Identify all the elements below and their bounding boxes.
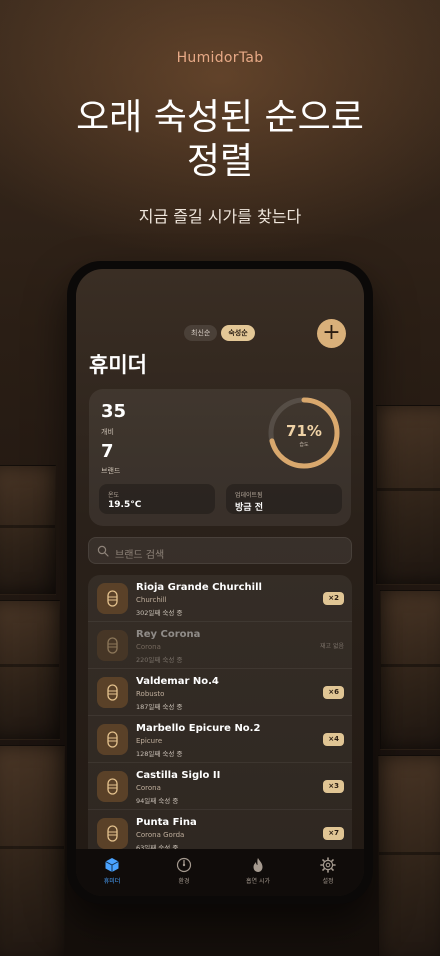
- brand-name: HumidorTab: [176, 50, 264, 66]
- updated-value: 방금 전: [235, 503, 263, 513]
- cigar-name: Marbello Epicure No.2: [136, 723, 261, 734]
- cigar-list: Rioja Grande Churchill Churchill 302일째 숙…: [88, 575, 352, 865]
- cigar-icon: [107, 731, 118, 748]
- cigar-row[interactable]: Rioja Grande Churchill Churchill 302일째 숙…: [88, 575, 352, 622]
- cigar-row[interactable]: Marbello Epicure No.2 Epicure 128일째 숙성 중…: [88, 716, 352, 763]
- cigar-name: Castilla Siglo II: [136, 770, 221, 781]
- subtitle: 지금 즐길 시가를 찾는다: [138, 207, 302, 226]
- tab-environment-label: 환경: [178, 878, 190, 885]
- cigar-name: Rey Corona: [136, 629, 201, 640]
- gauge-icon: [176, 857, 192, 873]
- crate-right-bottom: [378, 755, 440, 956]
- cigar-name: Punta Fina: [136, 817, 197, 828]
- cigar-aging: 302일째 숙성 중: [136, 609, 183, 617]
- out-of-stock-label: 재고 없음: [320, 643, 344, 650]
- crate-left-bottom: [0, 745, 65, 956]
- cigar-name: Valdemar No.4: [136, 676, 219, 687]
- phone-frame: 최신순 숙성순 + 휴미더 35 개비 7 브랜드 71% 습도 온도 19.5…: [67, 261, 373, 904]
- flame-icon: [253, 858, 263, 872]
- cigar-thumbnail: [97, 724, 128, 755]
- tab-humidor-label: 휴미더: [103, 878, 121, 885]
- cigar-aging: 220일째 숙성 중: [136, 656, 183, 664]
- stats-card: 35 개비 7 브랜드 71% 습도 온도 19.5°C 업데이트됨 방금 전: [89, 389, 351, 526]
- sort-aged-button[interactable]: 숙성순: [221, 325, 255, 341]
- search-placeholder: 브랜드 검색: [115, 550, 165, 561]
- quantity-badge: ×2: [323, 592, 344, 605]
- cigar-count: 35: [101, 401, 127, 422]
- headline: 오래 숙성된 순으로 정렬: [0, 96, 440, 184]
- brand-count-label: 브랜드: [101, 467, 121, 475]
- updated-box: 업데이트됨 방금 전: [226, 484, 342, 514]
- cigar-name: Rioja Grande Churchill: [136, 582, 262, 593]
- tab-smoked-label: 흡연 시가: [246, 878, 270, 885]
- cigar-thumbnail: [97, 771, 128, 802]
- tab-settings-label: 설정: [322, 878, 334, 885]
- cigar-icon: [107, 825, 118, 842]
- cigar-vitola: Robusto: [136, 690, 165, 698]
- cigar-aging: 94일째 숙성 중: [136, 797, 179, 805]
- temperature-label: 온도: [108, 492, 120, 499]
- headline-line-2: 정렬: [186, 141, 254, 182]
- humidity-value: 71%: [286, 422, 322, 440]
- add-cigar-button[interactable]: +: [317, 319, 346, 348]
- cigar-vitola: Churchill: [136, 596, 167, 604]
- cigar-row[interactable]: Rey Corona Corona 220일째 숙성 중 재고 없음: [88, 622, 352, 669]
- tab-settings[interactable]: 설정: [298, 857, 358, 885]
- cigar-vitola: Epicure: [136, 737, 163, 745]
- temperature-value: 19.5°C: [108, 500, 142, 510]
- tab-environment[interactable]: 환경: [154, 857, 214, 885]
- tab-smoked[interactable]: 흡연 시가: [228, 857, 288, 885]
- crate-left-mid: [0, 600, 60, 740]
- tab-bar: 휴미더 환경 흡연 시가 설정: [76, 849, 364, 896]
- cigar-thumbnail: [97, 818, 128, 849]
- quantity-badge: ×4: [323, 733, 344, 746]
- search-field[interactable]: 브랜드 검색: [88, 537, 352, 564]
- quantity-badge: ×6: [323, 686, 344, 699]
- crate-right-mid: [380, 590, 440, 750]
- search-icon: [97, 545, 109, 557]
- quantity-badge: ×3: [323, 780, 344, 793]
- cigar-icon: [107, 637, 118, 654]
- cigar-icon: [107, 590, 118, 607]
- cigar-vitola: Corona: [136, 643, 161, 651]
- humidity-label: 습도: [299, 442, 309, 448]
- box-icon: [105, 858, 119, 872]
- sort-newest-button[interactable]: 최신순: [184, 325, 218, 341]
- cigar-aging: 187일째 숙성 중: [136, 703, 183, 711]
- cigar-thumbnail: [97, 677, 128, 708]
- crate-right-top: [376, 405, 440, 585]
- temperature-box: 온도 19.5°C: [99, 484, 215, 514]
- quantity-badge: ×7: [323, 827, 344, 840]
- cigar-vitola: Corona Gorda: [136, 831, 185, 839]
- cigar-icon: [107, 778, 118, 795]
- cigar-icon: [107, 684, 118, 701]
- cigar-row[interactable]: Castilla Siglo II Corona 94일째 숙성 중 ×3: [88, 763, 352, 810]
- updated-label: 업데이트됨: [235, 492, 263, 499]
- cigar-thumbnail: [97, 630, 128, 661]
- brand-count: 7: [101, 441, 114, 462]
- crate-left-top: [0, 465, 56, 595]
- cigar-row[interactable]: Valdemar No.4 Robusto 187일째 숙성 중 ×6: [88, 669, 352, 716]
- cigar-thumbnail: [97, 583, 128, 614]
- cigar-aging: 128일째 숙성 중: [136, 750, 183, 758]
- cigar-count-label: 개비: [101, 428, 114, 436]
- tab-humidor[interactable]: 휴미더: [82, 857, 142, 885]
- page-title: 휴미더: [89, 353, 147, 377]
- gear-icon: [320, 857, 336, 873]
- headline-line-1: 오래 숙성된 순으로: [76, 97, 364, 138]
- cigar-vitola: Corona: [136, 784, 161, 792]
- app-screen: 최신순 숙성순 + 휴미더 35 개비 7 브랜드 71% 습도 온도 19.5…: [76, 269, 364, 896]
- sort-toggle: 최신순 숙성순: [184, 325, 255, 341]
